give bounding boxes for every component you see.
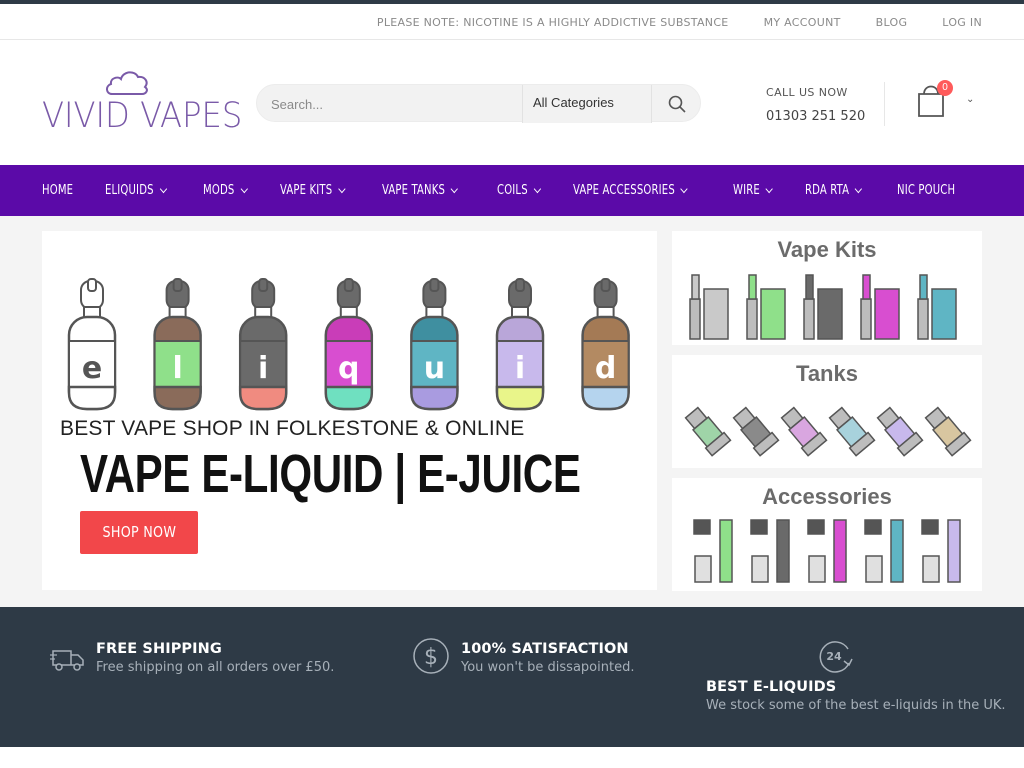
call-us: CALL US NOW 01303 251 520 [766, 86, 865, 124]
search-input[interactable] [271, 94, 511, 114]
feature-description: We stock some of the best e-liquids in t… [706, 698, 1006, 713]
nav-item-wire[interactable]: WIRE [733, 183, 773, 198]
eliquid-bottle: q [324, 278, 374, 411]
eliquid-bottle: u [410, 278, 459, 411]
eliquid-bottle: d [581, 278, 630, 411]
eliquid-bottle: e [67, 278, 117, 411]
feature-description: You won't be dissapointed. [461, 660, 635, 675]
nav-item-home[interactable]: HOME [42, 183, 73, 198]
chevron-down-icon [240, 184, 248, 194]
blog-link[interactable]: BLOG [876, 16, 908, 29]
search-icon [668, 95, 686, 113]
eliquid-bottle: l [153, 278, 202, 411]
banner-accessories[interactable]: Accessories [672, 478, 982, 591]
search-bar: All Categories [256, 84, 701, 123]
chevron-down-icon [159, 184, 168, 194]
chevron-down-icon[interactable]: ⌄ [966, 94, 974, 105]
eliquid-bottles-illustration: eliquid [67, 278, 630, 411]
search-button[interactable] [651, 85, 701, 123]
nicotine-notice: PLEASE NOTE: NICOTINE IS A HIGHLY ADDICT… [376, 15, 729, 29]
logo-text: VIVID VAPES [42, 96, 243, 136]
nav-item-mods[interactable]: MODS [203, 183, 248, 198]
chevron-down-icon [451, 184, 459, 194]
bottle-letter: e [82, 351, 102, 386]
chevron-down-icon [765, 184, 773, 194]
nav-item-nic-pouch[interactable]: NIC POUCH [897, 183, 955, 198]
header: VIVID VAPES All Categories CALL US NOW 0… [0, 40, 1024, 165]
nav-item-coils[interactable]: COILS [497, 183, 541, 198]
feature-description: Free shipping on all orders over £50. [96, 660, 335, 675]
feature-title: 100% SATISFACTION [461, 641, 629, 657]
chevron-down-icon [681, 184, 689, 194]
nav-item-vape-accessories[interactable]: VAPE ACCESSORIES [573, 183, 689, 198]
category-select[interactable]: All Categories [522, 85, 652, 123]
call-us-label: CALL US NOW [766, 86, 848, 99]
nav-item-eliquids[interactable]: ELIQUIDS [105, 183, 168, 198]
nav-item-rda-rta[interactable]: RDA RTA [805, 183, 863, 198]
dollar-icon: $ [413, 638, 449, 674]
hero-title: VAPE E-LIQUID | E-JUICE [80, 444, 581, 504]
bottle-letter: d [595, 351, 616, 386]
login-link[interactable]: LOG IN [942, 16, 982, 29]
nav-item-vape-tanks[interactable]: VAPE TANKS [382, 183, 459, 198]
bottle-letter: i [515, 351, 525, 386]
24-hours-label: 24 [826, 650, 842, 663]
nav-item-vape-kits[interactable]: VAPE KITS [280, 183, 346, 198]
truck-icon [50, 650, 84, 671]
eliquid-bottle: i [238, 278, 288, 411]
accessories-illustration [693, 519, 961, 583]
site-logo[interactable]: VIVID VAPES [42, 68, 242, 138]
phone-number[interactable]: 01303 251 520 [766, 109, 865, 124]
header-divider [884, 82, 885, 126]
24-hours-icon: 24 [819, 641, 853, 673]
top-bar: PLEASE NOTE: NICOTINE IS A HIGHLY ADDICT… [0, 4, 1024, 40]
eliquid-bottle: i [495, 278, 545, 411]
chevron-down-icon [338, 184, 346, 194]
chevron-down-icon [533, 184, 541, 194]
svg-text:$: $ [424, 645, 438, 670]
banner-tanks[interactable]: Tanks [672, 355, 982, 468]
vape-kits-illustration [689, 274, 957, 340]
hero-subtitle: BEST VAPE SHOP IN FOLKESTONE & ONLINE [60, 417, 525, 440]
cloud-icon [106, 71, 148, 95]
hero-banner[interactable]: e l i q u i d BEST VAPE SHOP IN FOLKESTONE & O… [42, 231, 657, 590]
bottle-letter: q [338, 351, 359, 386]
main-nav: HOME ELIQUIDS MODS VAPE KITS VAPE TANKS … [0, 165, 1024, 216]
shop-now-button[interactable]: SHOP NOW [80, 511, 198, 554]
top-links: PLEASE NOTE: NICOTINE IS A HIGHLY ADDICT… [342, 4, 982, 40]
feature-title: BEST E-LIQUIDS [706, 679, 837, 695]
tanks-illustration [684, 406, 972, 457]
my-account-link[interactable]: MY ACCOUNT [764, 16, 841, 29]
features-bar: FREE SHIPPING Free shipping on all order… [0, 607, 1024, 747]
bottle-letter: l [172, 351, 182, 386]
banner-vape-kits[interactable]: Vape Kits [672, 231, 982, 345]
feature-title: FREE SHIPPING [96, 641, 222, 657]
chevron-down-icon [855, 184, 863, 194]
bottle-letter: i [258, 351, 268, 386]
cart-count-badge: 0 [937, 80, 953, 96]
bottle-letter: u [424, 351, 445, 386]
